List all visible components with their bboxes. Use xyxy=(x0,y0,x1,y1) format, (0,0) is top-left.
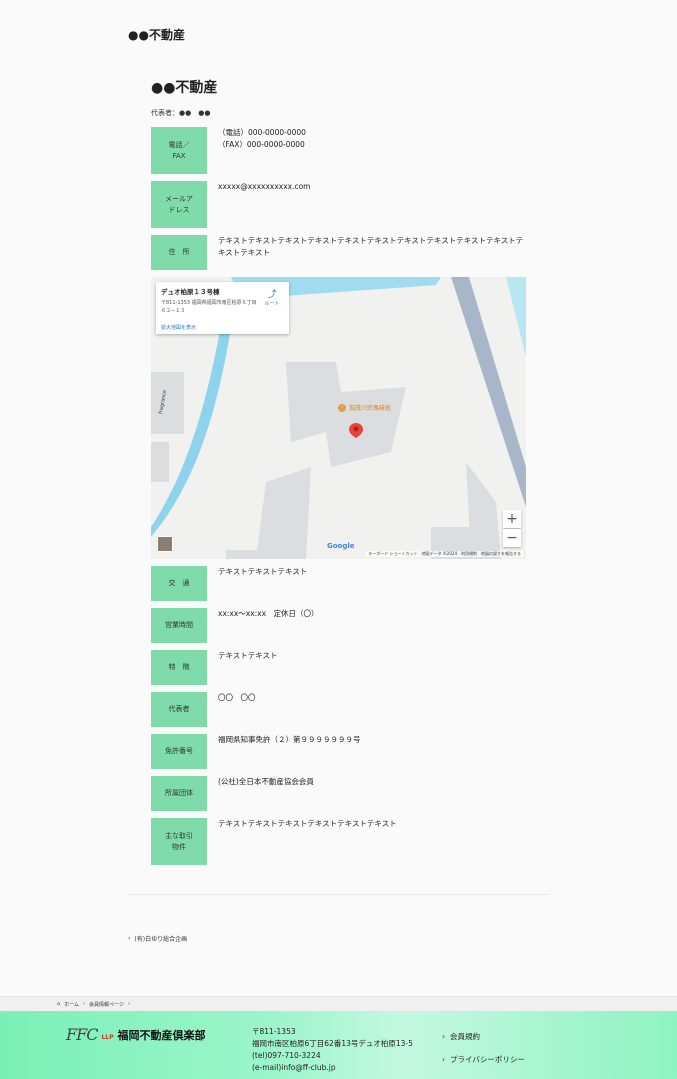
row-value: (公社)全日本不動産協会会員 xyxy=(218,777,314,786)
row-label: 主な取引 物件 xyxy=(151,818,207,865)
site-logo[interactable]: FFC LLP 福岡不動産倶楽部 xyxy=(66,1025,206,1044)
chevron-right-icon: › xyxy=(127,1001,130,1007)
row-value: xx:xx〜xx:xx 定休日（〇） xyxy=(218,609,319,618)
phone-line: (tel)097-710-3224 xyxy=(252,1051,321,1060)
directions-icon: ⤴ xyxy=(267,290,277,300)
logo-mark: FFC xyxy=(66,1025,98,1044)
chevron-right-icon: › xyxy=(83,1001,86,1007)
footer-address: 〒811-1353 福岡市南区柏原6丁目62番13号デュオ柏原13-5 (tel… xyxy=(252,1026,413,1074)
email-line: (e-mail)info@ff-club.jp xyxy=(252,1063,336,1072)
google-logo: Google xyxy=(327,542,355,550)
logo-llp: LLP xyxy=(101,1034,114,1041)
poi-marker[interactable]: 🍴 加茂川宗馬味処 xyxy=(338,403,391,412)
location-pin-icon[interactable] xyxy=(348,422,364,438)
zoom-in-button[interactable]: + xyxy=(503,510,521,528)
restaurant-icon: 🍴 xyxy=(338,403,346,412)
row-value: テキストテキストテキストテキストテキストテキスト xyxy=(218,819,397,828)
row-value: 福岡県知事免許（２）第９９９９９９９号 xyxy=(218,735,361,744)
row-value: テキストテキスト xyxy=(218,651,278,660)
row-value: xxxxx@xxxxxxxxxx.com xyxy=(218,182,311,191)
row-label: 特 徴 xyxy=(151,650,207,685)
company-name: ●●不動産 xyxy=(151,80,218,96)
footer-links: 会員規約 プライバシーポリシー xyxy=(442,1031,525,1077)
site-footer: FFC LLP 福岡不動産倶楽部 〒811-1353 福岡市南区柏原6丁目62番… xyxy=(0,1011,677,1079)
embedded-map[interactable]: fragrance 🍴 加茂川宗馬味処 デュオ柏原１３号棟 〒811-1353 … xyxy=(151,277,526,559)
chevron-left-icon: ‹ xyxy=(128,935,131,942)
row-label: 住 所 xyxy=(151,235,207,270)
page-title: ●●不動産 xyxy=(128,28,185,42)
breadcrumb-members[interactable]: 会員情報ページ xyxy=(89,1001,124,1008)
breadcrumb: ⌂ ホーム › 会員情報ページ › xyxy=(0,996,677,1011)
footer-link-privacy[interactable]: プライバシーポリシー xyxy=(442,1054,525,1065)
divider xyxy=(128,894,550,895)
row-value: テキストテキストテキストテキストテキストテキストテキストテキストテキストテキスト… xyxy=(218,236,524,257)
address-line: 福岡市南区柏原6丁目62番13号デュオ柏原13-5 xyxy=(252,1039,413,1048)
footer-link-terms[interactable]: 会員規約 xyxy=(442,1031,525,1042)
row-label: 電話／ FAX xyxy=(151,127,207,174)
poi-label: 加茂川宗馬味処 xyxy=(349,405,392,412)
place-address: 〒811-1353 福岡県福岡市南区柏原６丁目６２−１３ xyxy=(161,300,257,314)
org-name: 福岡不動産倶楽部 xyxy=(117,1029,206,1042)
row-value: （電話）000-0000-0000 （FAX）000-0000-0000 xyxy=(218,128,306,149)
previous-post-link[interactable]: ‹ (有)白ゆり総合企画 xyxy=(128,934,187,943)
row-value: テキストテキストテキスト xyxy=(218,567,308,576)
place-card: デュオ柏原１３号棟 〒811-1353 福岡県福岡市南区柏原６丁目６２−１３ 拡… xyxy=(156,282,289,334)
route-label: ルート xyxy=(264,301,280,307)
breadcrumb-home[interactable]: ホーム xyxy=(64,1001,79,1008)
representative-line: 代表者：●● ●● xyxy=(151,109,211,117)
street-view-thumbnail[interactable] xyxy=(157,536,173,552)
previous-post-label: (有)白ゆり総合企画 xyxy=(134,936,188,943)
route-button[interactable]: ⤴ ルート xyxy=(261,287,283,307)
row-label: 営業時間 xyxy=(151,608,207,643)
home-icon: ⌂ xyxy=(57,1001,61,1007)
row-value: 〇〇 〇〇 xyxy=(218,693,256,702)
row-label: 所属団体 xyxy=(151,776,207,811)
row-label: 交 通 xyxy=(151,566,207,601)
row-label: 免許番号 xyxy=(151,734,207,769)
row-label: 代表者 xyxy=(151,692,207,727)
map-attribution[interactable]: キーボード ショートカット 地図データ ©2024 利用規約 地図の誤りを報告す… xyxy=(366,551,523,557)
zoom-out-button[interactable]: − xyxy=(503,529,521,547)
address-line: 〒811-1353 xyxy=(252,1027,296,1036)
row-label: メールア ドレス xyxy=(151,181,207,228)
enlarge-map-link[interactable]: 拡大地図を表示 xyxy=(161,324,196,331)
